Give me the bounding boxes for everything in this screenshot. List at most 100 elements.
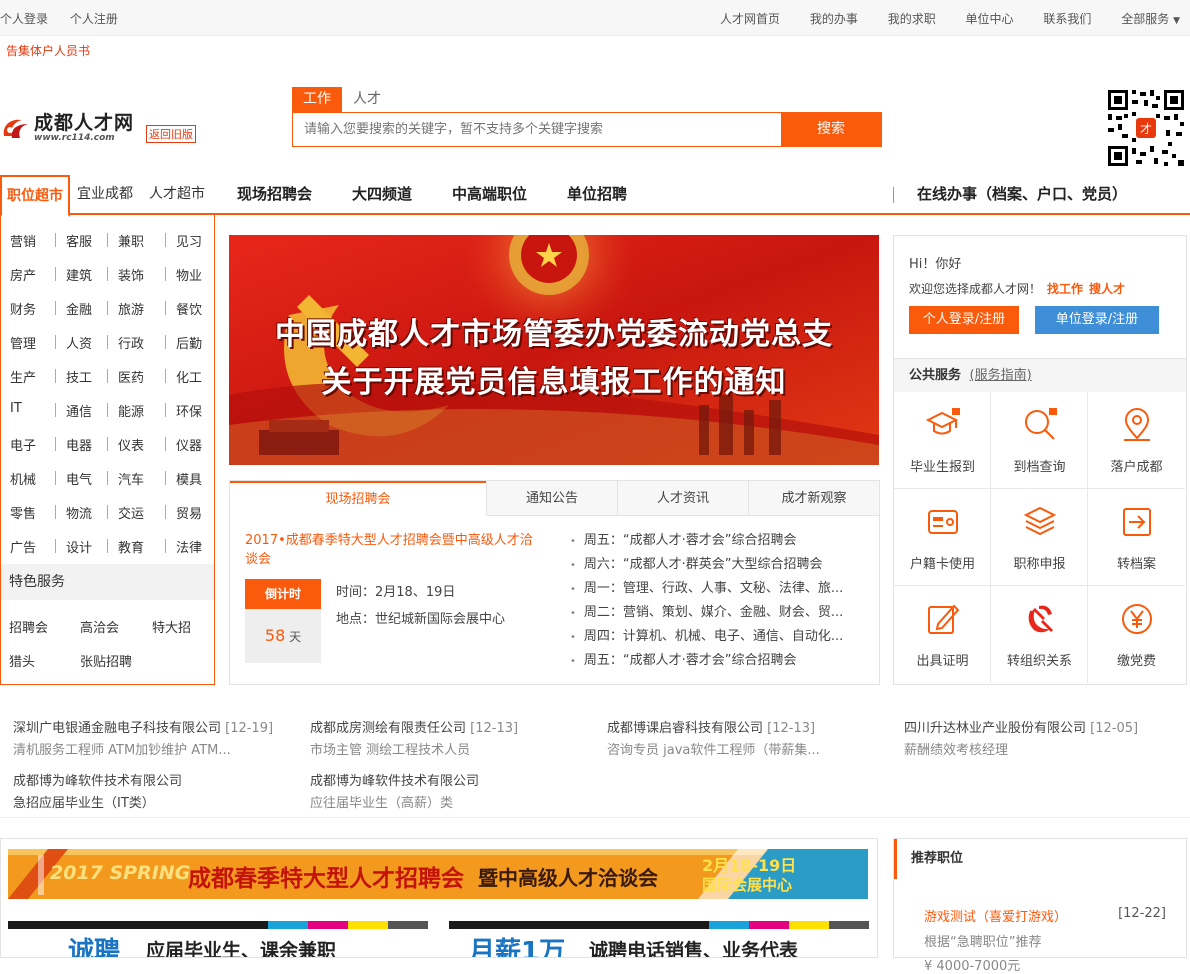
- category-item[interactable]: 餐饮: [176, 299, 202, 318]
- company-name[interactable]: 成都博课启睿科技有限公司: [607, 721, 763, 736]
- find-talent-link[interactable]: 搜人才: [1089, 282, 1125, 296]
- category-item[interactable]: IT: [10, 401, 22, 416]
- company-name[interactable]: 深圳广电银通金融电子科技有限公司: [13, 721, 221, 736]
- schedule-item[interactable]: 周二：营销、策划、媒介、金融、财会、贸...: [570, 601, 870, 625]
- category-item[interactable]: 营销: [10, 231, 36, 250]
- category-item[interactable]: 行政: [118, 333, 144, 352]
- special-item[interactable]: 猎头: [9, 651, 35, 670]
- company-jobs[interactable]: 薪酬绩效考核经理: [904, 739, 1184, 758]
- company-item[interactable]: 深圳广电银通金融电子科技有限公司 [12-19] 清机服务工程师 ATM加钞维护…: [13, 717, 303, 758]
- search-tab-talent[interactable]: 人才: [342, 87, 392, 112]
- company-name[interactable]: 成都博为峰软件技术有限公司: [13, 774, 182, 789]
- category-item[interactable]: 环保: [176, 401, 202, 420]
- tab-notices[interactable]: 通知公告: [486, 481, 617, 516]
- category-item[interactable]: 旅游: [118, 299, 144, 318]
- category-item[interactable]: 电气: [66, 469, 92, 488]
- service-transfer-organization[interactable]: 转组织关系: [991, 586, 1088, 683]
- service-household-card[interactable]: 户籍卡使用: [894, 489, 991, 586]
- find-job-link[interactable]: 找工作: [1047, 282, 1083, 296]
- category-item[interactable]: 电器: [66, 435, 92, 454]
- sales-hiring-ad[interactable]: 月薪1万 诚聘电话销售、业务代表: [449, 921, 869, 957]
- service-settle-chengdu[interactable]: 落户成都: [1088, 392, 1185, 489]
- category-item[interactable]: 见习: [176, 231, 202, 250]
- all-services-link[interactable]: 全部服务 ▼: [1121, 12, 1180, 26]
- category-item[interactable]: 房产: [10, 265, 36, 284]
- schedule-item[interactable]: 周六：“成都人才·群英会”大型综合招聘会: [570, 553, 870, 577]
- category-item[interactable]: 装饰: [118, 265, 144, 284]
- hero-banner[interactable]: 中国成都人才市场管委办党委流动党总支 关于开展党员信息填报工作的通知: [229, 235, 879, 465]
- category-item[interactable]: 后勤: [176, 333, 202, 352]
- nav-online-affairs[interactable]: 在线办事（档案、户口、党员）: [917, 175, 1127, 215]
- personal-register-link[interactable]: 个人注册: [70, 12, 118, 26]
- company-item[interactable]: 四川升达林业产业股份有限公司 [12-05] 薪酬绩效考核经理: [904, 717, 1184, 758]
- category-item[interactable]: 客服: [66, 231, 92, 250]
- personal-login-link[interactable]: 个人登录: [0, 12, 48, 26]
- company-name[interactable]: 成都成房测绘有限责任公司: [310, 721, 466, 736]
- service-party-fee[interactable]: 缴党费: [1088, 586, 1185, 683]
- category-item[interactable]: 能源: [118, 401, 144, 420]
- category-item[interactable]: 管理: [10, 333, 36, 352]
- nav-senior-jobs[interactable]: 中高端职位: [452, 175, 527, 215]
- service-file-query[interactable]: 到档查询: [991, 392, 1088, 489]
- search-button[interactable]: 搜索: [781, 113, 881, 146]
- company-item[interactable]: 成都博为峰软件技术有限公司 急招应届毕业生（IT类）: [13, 770, 303, 811]
- site-logo[interactable]: 成都人才网 www.rc114.com 返回旧版: [0, 108, 200, 148]
- category-item[interactable]: 仪表: [118, 435, 144, 454]
- special-item[interactable]: 特大招: [152, 617, 191, 636]
- company-jobs[interactable]: 清机服务工程师 ATM加钞维护 ATM...: [13, 739, 303, 758]
- tab-job-fair[interactable]: 现场招聘会: [230, 481, 486, 516]
- my-jobs-link[interactable]: 我的求职: [888, 12, 936, 26]
- my-affairs-link[interactable]: 我的办事: [810, 12, 858, 26]
- home-link[interactable]: 人才网首页: [720, 12, 780, 26]
- tab-observation[interactable]: 成才新观察: [748, 481, 879, 516]
- category-item[interactable]: 物流: [66, 503, 92, 522]
- recommended-job[interactable]: 游戏测试（喜爱打游戏）: [924, 906, 1067, 925]
- company-item[interactable]: 成都博课启睿科技有限公司 [12-13] 咨询专员 java软件工程师（带薪集.…: [607, 717, 897, 758]
- nav-senior-channel[interactable]: 大四频道: [352, 175, 412, 215]
- category-item[interactable]: 仪器: [176, 435, 202, 454]
- schedule-item[interactable]: 周五：“成都人才·蓉才会”综合招聘会: [570, 649, 870, 673]
- company-login-button[interactable]: 单位登录/注册: [1035, 306, 1159, 334]
- company-item[interactable]: 成都成房测绘有限责任公司 [12-13] 市场主管 测绘工程技术人员: [310, 717, 600, 758]
- service-graduate-report[interactable]: 毕业生报到: [894, 392, 991, 489]
- service-title-apply[interactable]: 职称申报: [991, 489, 1088, 586]
- category-item[interactable]: 汽车: [118, 469, 144, 488]
- category-item[interactable]: 建筑: [66, 265, 92, 284]
- service-certificate[interactable]: 出具证明: [894, 586, 991, 683]
- category-item[interactable]: 法律: [176, 537, 202, 556]
- category-item[interactable]: 人资: [66, 333, 92, 352]
- company-jobs[interactable]: 应往届毕业生（高薪）类: [310, 792, 600, 811]
- company-center-link[interactable]: 单位中心: [966, 12, 1014, 26]
- service-transfer-file[interactable]: 转档案: [1088, 489, 1185, 586]
- company-name[interactable]: 四川升达林业产业股份有限公司: [904, 721, 1086, 736]
- category-item[interactable]: 生产: [10, 367, 36, 386]
- schedule-item[interactable]: 周四：计算机、机械、电子、通信、自动化...: [570, 625, 870, 649]
- service-guide-link[interactable]: (服务指南): [970, 368, 1032, 383]
- category-item[interactable]: 电子: [10, 435, 36, 454]
- contact-link[interactable]: 联系我们: [1043, 12, 1091, 26]
- category-item[interactable]: 医药: [118, 367, 144, 386]
- marquee-notice[interactable]: 告集体户人员书: [6, 42, 90, 59]
- search-input[interactable]: [293, 113, 781, 146]
- schedule-item[interactable]: 周五：“成都人才·蓉才会”综合招聘会: [570, 529, 870, 553]
- category-item[interactable]: 通信: [66, 401, 92, 420]
- category-item[interactable]: 贸易: [176, 503, 202, 522]
- category-item[interactable]: 广告: [10, 537, 36, 556]
- nav-yiye-chengdu[interactable]: 宜业成都: [77, 175, 133, 215]
- company-item[interactable]: 成都博为峰软件技术有限公司 应往届毕业生（高薪）类: [310, 770, 600, 811]
- company-jobs[interactable]: 急招应届毕业生（IT类）: [13, 792, 303, 811]
- category-item[interactable]: 设计: [66, 537, 92, 556]
- nav-company-hiring[interactable]: 单位招聘: [567, 175, 627, 215]
- search-tab-job[interactable]: 工作: [292, 87, 342, 112]
- special-item[interactable]: 高洽会: [80, 617, 119, 636]
- category-item[interactable]: 财务: [10, 299, 36, 318]
- nav-job-market[interactable]: 职位超市: [0, 175, 70, 217]
- category-item[interactable]: 金融: [66, 299, 92, 318]
- special-item[interactable]: 张贴招聘: [80, 651, 132, 670]
- graduate-hiring-ad[interactable]: 诚聘 应届毕业生、课余兼职: [8, 921, 428, 957]
- company-jobs[interactable]: 咨询专员 java软件工程师（带薪集...: [607, 739, 897, 758]
- category-item[interactable]: 教育: [118, 537, 144, 556]
- special-item[interactable]: 招聘会: [9, 617, 48, 636]
- category-item[interactable]: 零售: [10, 503, 36, 522]
- personal-login-button[interactable]: 个人登录/注册: [909, 306, 1019, 334]
